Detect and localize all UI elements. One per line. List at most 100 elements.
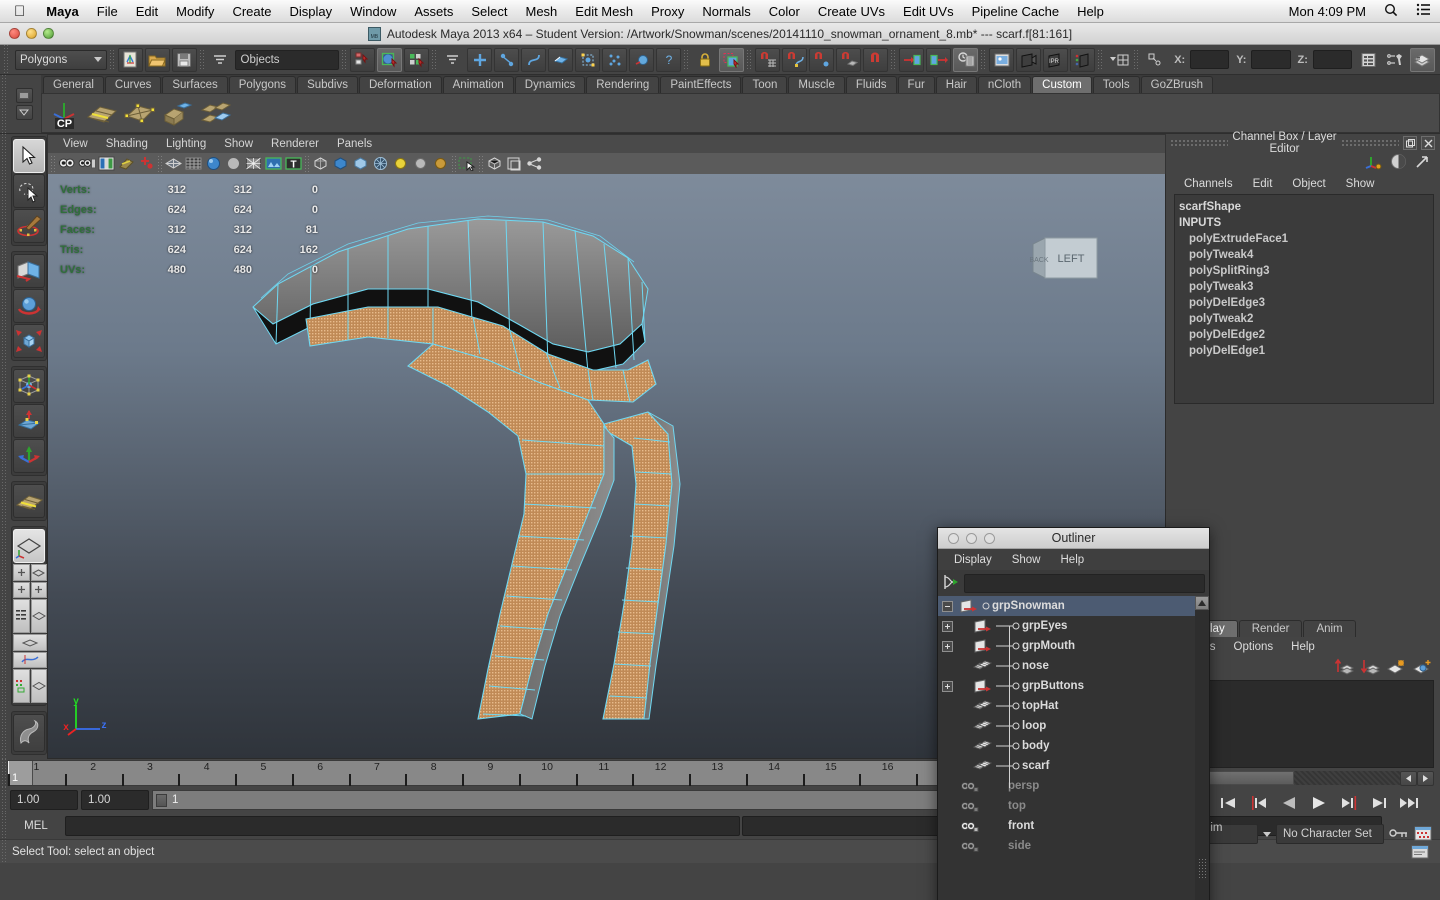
attribute-editor-icon[interactable] [1390, 153, 1407, 173]
os-menu-item-display[interactable]: Display [280, 0, 341, 23]
shelf-options-menu-icon[interactable] [15, 105, 33, 120]
outliner-row-persp[interactable]: persp [938, 776, 1209, 796]
shelf-tab-fur[interactable]: Fur [897, 76, 935, 93]
lock-icon[interactable] [692, 48, 717, 72]
share-viewport-icon[interactable] [525, 154, 544, 173]
outliner-row-grpMouth[interactable]: grpMouth [938, 636, 1209, 656]
channel-box-menu-object[interactable]: Object [1282, 178, 1335, 190]
mask-surfaces-icon[interactable] [548, 47, 574, 72]
outliner-expander[interactable] [938, 620, 956, 632]
outliner-search-input[interactable] [964, 573, 1205, 593]
single-perspective-layout[interactable] [13, 529, 45, 563]
restore-icon[interactable] [1403, 136, 1417, 150]
grease-pencil-icon[interactable] [137, 154, 156, 173]
status-separator-10[interactable] [1133, 48, 1141, 71]
render-current-frame-icon[interactable] [1016, 47, 1042, 72]
status-separator-9[interactable] [1097, 48, 1105, 71]
time-slider-grip[interactable] [0, 759, 7, 787]
outliner-menu-display[interactable]: Display [944, 554, 1002, 566]
status-separator-8[interactable] [980, 48, 988, 71]
shelf-tab-curves[interactable]: Curves [104, 76, 162, 93]
os-menu-item-normals[interactable]: Normals [693, 0, 759, 23]
current-frame-indicator[interactable]: 1 [8, 761, 33, 785]
os-menu-item-maya[interactable]: Maya [37, 0, 88, 23]
os-menu-item-select[interactable]: Select [462, 0, 516, 23]
status-separator-2[interactable] [198, 48, 206, 71]
layer-scroll-track[interactable] [1294, 771, 1400, 785]
gamma-icon[interactable] [431, 154, 450, 173]
layer-tab-anim[interactable]: Anim [1303, 620, 1356, 637]
insert-edge-loop-icon[interactable] [84, 96, 120, 130]
list-icon[interactable] [1407, 3, 1440, 19]
os-menu-item-file[interactable]: File [88, 0, 127, 23]
channel-box-input-2[interactable]: polySplitRing3 [1179, 263, 1433, 279]
maya-dragon-icon[interactable] [13, 714, 45, 752]
shelf-tab-tools[interactable]: Tools [1092, 76, 1140, 93]
outliner-row-nose[interactable]: nose [938, 656, 1209, 676]
selection-mask-field[interactable]: Objects [234, 49, 340, 70]
screen-space-ao-icon[interactable] [331, 154, 350, 173]
shelf-tab-ncloth[interactable]: nCloth [977, 76, 1032, 93]
channel-box-menu-channels[interactable]: Channels [1174, 178, 1243, 190]
scroll-up-icon[interactable] [1195, 596, 1209, 610]
view-cube[interactable]: LEFT BACK [1023, 228, 1103, 293]
use-all-lights-icon[interactable]: T [284, 154, 303, 173]
viewport-menu-view[interactable]: View [54, 135, 97, 153]
channel-box-grip-right[interactable] [1341, 138, 1399, 148]
select-by-object-icon[interactable] [377, 47, 403, 72]
expand-panel-icon[interactable] [1414, 154, 1430, 173]
mask-misc-icon[interactable]: ? [656, 47, 682, 72]
ipr-render-icon[interactable]: IPR [1043, 47, 1069, 72]
outliner-row-grpEyes[interactable]: grpEyes [938, 616, 1209, 636]
mask-curves-icon[interactable] [521, 47, 547, 72]
outliner-menu-help[interactable]: Help [1051, 554, 1095, 566]
depth-of-field-icon[interactable] [391, 154, 410, 173]
shelf-tab-gozbrush[interactable]: GoZBrush [1140, 76, 1214, 93]
input-connections-icon[interactable] [899, 47, 925, 72]
shelf-grip[interactable] [0, 75, 7, 133]
select-by-component-icon[interactable] [404, 47, 430, 72]
two-d-pan-zoom-icon[interactable] [117, 154, 136, 173]
layer-list-scrollbar[interactable] [1174, 770, 1434, 786]
snap-curve-icon[interactable] [782, 47, 808, 72]
shelf-tab-dynamics[interactable]: Dynamics [514, 76, 586, 93]
wireframe-icon[interactable] [164, 154, 183, 173]
xray-joints-icon[interactable] [505, 154, 524, 173]
expand-icon[interactable] [941, 620, 953, 632]
outliner-menu-show[interactable]: Show [1002, 554, 1051, 566]
outliner-filter-icon[interactable] [942, 573, 960, 594]
play-backwards-icon[interactable] [1277, 792, 1301, 814]
os-menu-item-modify[interactable]: Modify [167, 0, 223, 23]
paint-select-tool[interactable] [13, 209, 45, 243]
show-manipulator-tool[interactable] [13, 439, 45, 473]
os-menu-item-edit-mesh[interactable]: Edit Mesh [566, 0, 642, 23]
layer-menu-options[interactable]: Options [1225, 641, 1283, 653]
render-settings-icon[interactable] [1070, 47, 1096, 72]
hypershade-persp-layout[interactable] [13, 669, 47, 703]
close-icon[interactable] [1421, 136, 1435, 150]
channel-box-list[interactable]: scarfShape INPUTS polyExtrudeFace1 polyT… [1174, 194, 1434, 404]
new-layer-icon[interactable] [1386, 658, 1406, 678]
channel-box-icon[interactable] [1409, 47, 1435, 72]
os-menu-item-create[interactable]: Create [223, 0, 280, 23]
outliner-resize-grip[interactable] [1198, 858, 1207, 880]
os-menu-item-pipeline-cache[interactable]: Pipeline Cache [963, 0, 1068, 23]
outliner-window[interactable]: Outliner Display Show Help grpSnowman grp… [937, 527, 1210, 900]
select-camera-icon[interactable] [57, 154, 76, 173]
construction-history-icon[interactable] [953, 47, 979, 72]
character-set-field[interactable]: No Character Set [1276, 824, 1384, 844]
status-separator-7[interactable] [890, 48, 898, 71]
layer-list[interactable] [1174, 680, 1434, 768]
step-back-key-icon[interactable] [1217, 792, 1241, 814]
menu-set-selector[interactable]: Polygons [15, 49, 107, 70]
range-current-field[interactable]: 1.00 [81, 790, 149, 810]
command-line-grip[interactable] [0, 813, 7, 839]
shelf-tab-animation[interactable]: Animation [442, 76, 514, 93]
os-menu-item-mesh[interactable]: Mesh [517, 0, 567, 23]
outliner-row-top[interactable]: top [938, 796, 1209, 816]
save-scene-icon[interactable] [171, 47, 197, 72]
move-tool[interactable] [13, 254, 45, 288]
viewport-menu-show[interactable]: Show [215, 135, 262, 153]
shelf-tab-custom[interactable]: Custom [1032, 76, 1092, 93]
pivot-icon[interactable] [1142, 48, 1167, 72]
